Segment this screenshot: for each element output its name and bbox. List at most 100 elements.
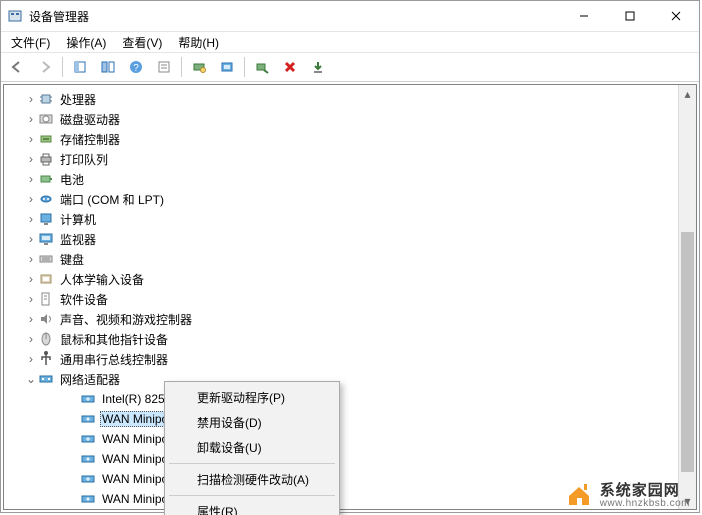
menu-help[interactable]: 帮助(H) xyxy=(170,32,227,53)
context-menu-item[interactable]: 卸载设备(U) xyxy=(167,435,337,460)
tree-node[interactable]: ›WAN Miniport ( xyxy=(4,449,696,469)
expand-icon[interactable]: › xyxy=(24,332,38,346)
tree-node[interactable]: ›WAN Miniport ( xyxy=(4,429,696,449)
add-legacy-hardware-button[interactable] xyxy=(305,54,331,80)
tree-node-label: 声音、视频和游戏控制器 xyxy=(58,311,194,328)
tree-node-label: 通用串行总线控制器 xyxy=(58,351,170,368)
scroll-track[interactable] xyxy=(679,102,696,492)
pc-icon xyxy=(38,211,54,227)
expand-icon[interactable]: › xyxy=(24,112,38,126)
context-menu-item[interactable]: 属性(R) xyxy=(167,499,337,515)
forward-button[interactable] xyxy=(32,54,58,80)
help-button[interactable]: ? xyxy=(123,54,149,80)
nic-icon xyxy=(80,411,96,427)
usb-icon xyxy=(38,351,54,367)
expand-icon[interactable]: › xyxy=(24,92,38,106)
expand-icon[interactable]: › xyxy=(24,232,38,246)
maximize-button[interactable] xyxy=(607,1,653,31)
properties-button[interactable] xyxy=(151,54,177,80)
uninstall-device-button[interactable] xyxy=(277,54,303,80)
mouse-icon xyxy=(38,331,54,347)
window-title: 设备管理器 xyxy=(29,8,561,25)
scroll-thumb[interactable] xyxy=(681,232,694,472)
tree-node[interactable]: ›打印队列 xyxy=(4,149,696,169)
toolbar-separator xyxy=(181,57,182,77)
nic-icon xyxy=(80,451,96,467)
scroll-up-button[interactable]: ▴ xyxy=(679,85,696,102)
back-button[interactable] xyxy=(4,54,30,80)
expand-icon[interactable]: › xyxy=(24,312,38,326)
expand-icon[interactable]: › xyxy=(24,272,38,286)
watermark-icon xyxy=(564,479,594,509)
minimize-button[interactable] xyxy=(561,1,607,31)
expand-icon[interactable]: › xyxy=(24,292,38,306)
expand-icon[interactable]: › xyxy=(24,192,38,206)
collapse-icon[interactable]: ⌄ xyxy=(24,372,38,386)
context-menu-item[interactable]: 禁用设备(D) xyxy=(167,410,337,435)
close-button[interactable] xyxy=(653,1,699,31)
tree-node[interactable]: ›端口 (COM 和 LPT) xyxy=(4,189,696,209)
menubar: 文件(F) 操作(A) 查看(V) 帮助(H) xyxy=(1,32,699,53)
port-icon xyxy=(38,191,54,207)
expand-icon[interactable]: › xyxy=(24,172,38,186)
hid-icon xyxy=(38,271,54,287)
tree-node[interactable]: › 计算机 xyxy=(4,209,696,229)
menu-file[interactable]: 文件(F) xyxy=(3,32,58,53)
tree-node[interactable]: › 电池 xyxy=(4,169,696,189)
tree-node[interactable]: › 磁盘驱动器 xyxy=(4,109,696,129)
sw-icon xyxy=(38,291,54,307)
tree-node-label: 键盘 xyxy=(58,251,86,268)
context-menu-separator xyxy=(169,463,335,464)
context-menu-item[interactable]: 扫描检测硬件改动(A) xyxy=(167,467,337,492)
tree-node[interactable]: › 鼠标和其他指针设备 xyxy=(4,329,696,349)
titlebar: 设备管理器 xyxy=(1,1,699,32)
tree-node[interactable]: › 键盘 xyxy=(4,249,696,269)
storage-icon xyxy=(38,131,54,147)
tree-node[interactable]: ›WAN Miniport ( xyxy=(4,509,696,510)
nic-icon xyxy=(80,471,96,487)
tree-node[interactable]: › 软件设备 xyxy=(4,289,696,309)
scan-hardware-button[interactable] xyxy=(186,54,212,80)
tree-node[interactable]: ›Intel(R) 82574L Gigabit Network Connect… xyxy=(4,389,696,409)
tree-node-label: 磁盘驱动器 xyxy=(58,111,122,128)
watermark-name: 系统家园网 xyxy=(600,479,680,500)
tree-node-label: 软件设备 xyxy=(58,291,110,308)
nic-icon xyxy=(80,491,96,507)
nic-icon xyxy=(80,431,96,447)
expand-icon[interactable]: › xyxy=(24,152,38,166)
menu-view[interactable]: 查看(V) xyxy=(114,32,170,53)
tree-node-label: 计算机 xyxy=(58,211,98,228)
properties-pane-button[interactable] xyxy=(95,54,121,80)
tree-node[interactable]: ›处理器 xyxy=(4,89,696,109)
expand-icon[interactable]: › xyxy=(24,132,38,146)
expand-icon[interactable]: › xyxy=(24,252,38,266)
tree-node[interactable]: › 声音、视频和游戏控制器 xyxy=(4,309,696,329)
tree-node-label: 鼠标和其他指针设备 xyxy=(58,331,170,348)
update-driver-button[interactable] xyxy=(214,54,240,80)
svg-text:?: ? xyxy=(133,63,139,74)
battery-icon xyxy=(38,171,54,187)
tree-node-label: 存储控制器 xyxy=(58,131,122,148)
nic-icon xyxy=(80,391,96,407)
show-hide-tree-button[interactable] xyxy=(67,54,93,80)
expand-icon[interactable]: › xyxy=(24,352,38,366)
tree-node-label: 电池 xyxy=(58,171,86,188)
menu-action[interactable]: 操作(A) xyxy=(58,32,114,53)
watermark-url: www.hnzkbsb.com xyxy=(600,498,690,509)
expand-icon[interactable]: › xyxy=(24,212,38,226)
context-menu-item[interactable]: 更新驱动程序(P) xyxy=(167,385,337,410)
audio-icon xyxy=(38,311,54,327)
vertical-scrollbar[interactable]: ▴ ▾ xyxy=(678,85,696,509)
window-controls xyxy=(561,1,699,31)
context-menu-separator xyxy=(169,495,335,496)
tree-node[interactable]: ⌄ 网络适配器 xyxy=(4,369,696,389)
tree-node[interactable]: › 存储控制器 xyxy=(4,129,696,149)
device-tree[interactable]: ›处理器›磁盘驱动器›存储控制器›打印队列›电池›端口 (COM 和 LPT)›… xyxy=(4,85,696,510)
tree-node[interactable]: ›WAN Miniport (IKEv2) xyxy=(4,409,696,429)
tree-node[interactable]: ›人体学输入设备 xyxy=(4,269,696,289)
tree-node[interactable]: › 监视器 xyxy=(4,229,696,249)
tree-node-label: 网络适配器 xyxy=(58,371,122,388)
enable-device-button[interactable] xyxy=(249,54,275,80)
tree-node-label: 监视器 xyxy=(58,231,98,248)
tree-node[interactable]: › 通用串行总线控制器 xyxy=(4,349,696,369)
